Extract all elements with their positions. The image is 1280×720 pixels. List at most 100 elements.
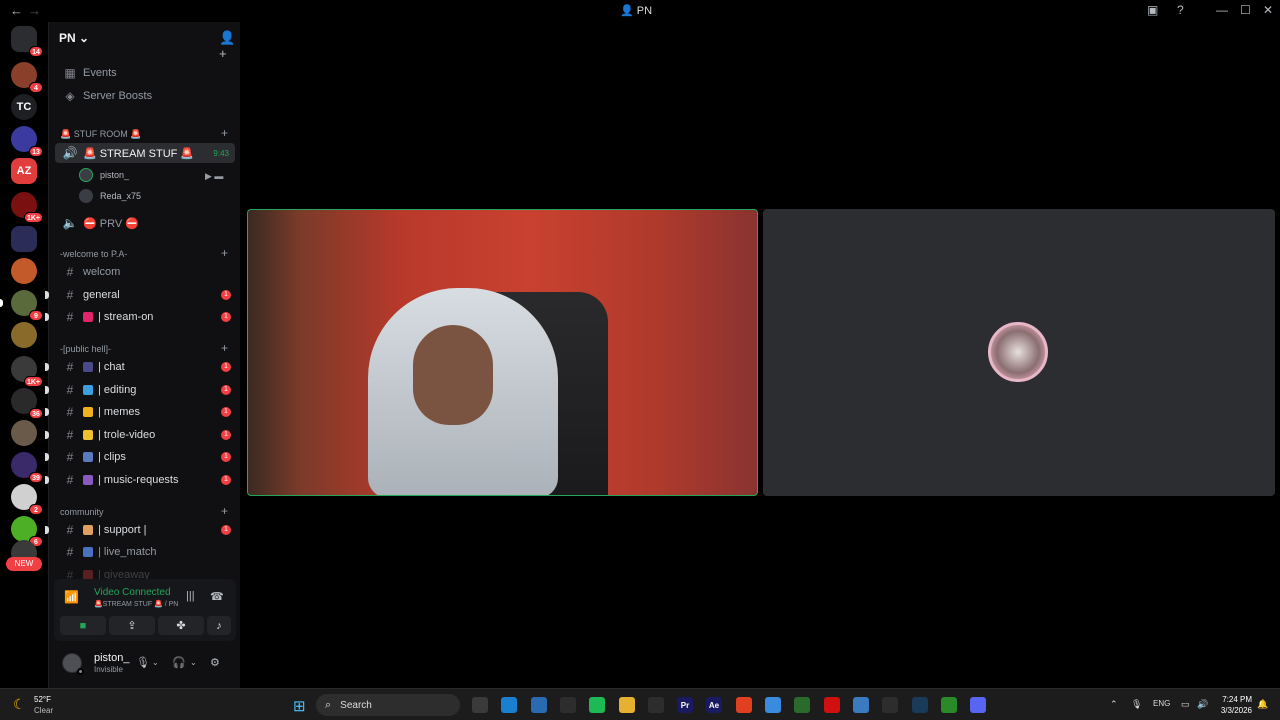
username[interactable]: piston_ xyxy=(94,652,129,664)
windows-start-icon[interactable]: ⊞ xyxy=(293,697,306,715)
taskbar-xbox-icon[interactable] xyxy=(941,697,957,713)
voice-user-piston[interactable]: piston_ xyxy=(79,166,129,184)
disconnect-icon[interactable]: ☎ xyxy=(210,590,224,603)
text-channel-trole-video[interactable]: # | trole-video 1 xyxy=(45,425,235,445)
hash-icon: # xyxy=(66,265,74,279)
help-icon[interactable]: ? xyxy=(1177,3,1184,17)
text-channel-chat[interactable]: # | chat 1 xyxy=(45,357,235,377)
taskbar-folder-icon[interactable] xyxy=(619,697,635,713)
server-icon-server-1[interactable]: 4 xyxy=(11,62,43,93)
forward-arrow-icon[interactable]: → xyxy=(28,3,41,18)
server-icon-server-9[interactable] xyxy=(11,322,37,348)
text-channel-memes[interactable]: # | memes 1 xyxy=(45,402,235,422)
microphone-icon[interactable]: 🎙 xyxy=(136,656,150,669)
category-stuf-room[interactable]: 🚨 STUF ROOM 🚨 xyxy=(60,129,141,140)
video-tile-avatar[interactable] xyxy=(763,209,1275,496)
taskbar-notepad-icon[interactable] xyxy=(853,697,869,713)
new-badge[interactable]: NEW xyxy=(6,557,42,571)
notification-bell-icon[interactable]: 🔔 xyxy=(1257,699,1268,710)
server-icon-server-folder[interactable] xyxy=(11,226,37,252)
video-tile-camera[interactable] xyxy=(247,209,758,496)
taskbar-pen-app-icon[interactable] xyxy=(560,697,576,713)
moon-weather-icon[interactable]: ☾ xyxy=(13,696,26,713)
server-icon-server-3[interactable]: 13 xyxy=(11,126,43,157)
headphones-icon[interactable]: 🎧 xyxy=(172,656,186,669)
taskbar-github-icon[interactable] xyxy=(882,697,898,713)
taskbar-spotify-icon[interactable] xyxy=(589,697,605,713)
taskbar-after-effects-icon[interactable]: Ae xyxy=(706,697,722,713)
text-channel-stream-on[interactable]: # | stream-on 1 xyxy=(45,307,235,327)
server-icon-server-az[interactable]: AZ xyxy=(11,158,37,184)
add-channel-icon[interactable]: + xyxy=(221,126,228,140)
noise-suppression-icon[interactable]: ||| xyxy=(186,590,195,602)
soundboard-button[interactable]: ♪ xyxy=(207,616,231,635)
voice-channel-stream-stuf[interactable]: 🔊 🚨 STREAM STUF 🚨 9:43 xyxy=(55,143,235,163)
screen-share-button[interactable]: ⇪ xyxy=(109,616,155,635)
voice-location[interactable]: 🚨STREAM STUF 🚨 / PN xyxy=(94,600,178,608)
taskbar-premiere-icon[interactable]: Pr xyxy=(677,697,693,713)
taskbar-store-icon[interactable] xyxy=(531,697,547,713)
server-name-header[interactable]: PN ⌄ xyxy=(59,31,89,45)
signal-icon[interactable]: 📶 xyxy=(64,590,79,604)
network-icon[interactable]: ▭ xyxy=(1181,699,1190,710)
server-icon-server-14[interactable]: 2 xyxy=(11,484,43,515)
camera-button[interactable]: ■ xyxy=(60,616,106,635)
server-icon-server-10[interactable]: 1K+ xyxy=(11,356,43,387)
taskbar-file-explorer-icon[interactable] xyxy=(472,697,488,713)
server-icon-direct-messages[interactable]: 14 xyxy=(11,26,43,57)
taskbar-discord-icon[interactable] xyxy=(970,697,986,713)
text-channel-general[interactable]: # general 1 xyxy=(45,285,235,305)
invite-people-icon[interactable]: 👤+ xyxy=(219,30,240,61)
chevron-down-icon[interactable]: ⌄ xyxy=(152,658,159,667)
settings-gear-icon[interactable]: ⚙ xyxy=(210,656,220,669)
text-channel-welcom[interactable]: # welcom xyxy=(55,262,235,282)
taskbar-steam-icon[interactable] xyxy=(912,697,928,713)
category-public-hell[interactable]: -[public hell]- xyxy=(60,344,111,354)
close-icon[interactable]: ✕ xyxy=(1263,3,1273,17)
server-icon-server-5[interactable]: 1K+ xyxy=(11,192,43,223)
add-channel-icon[interactable]: + xyxy=(221,341,228,355)
taskbar-capcut-icon[interactable] xyxy=(648,697,664,713)
activities-button[interactable]: ✤ xyxy=(158,616,204,635)
back-arrow-icon[interactable]: ← xyxy=(10,3,23,18)
text-channel-live_match[interactable]: # | live_match xyxy=(55,542,235,562)
clock-date[interactable]: 3/3/2026 xyxy=(1216,706,1252,715)
text-channel-music-requests[interactable]: # | music-requests 1 xyxy=(45,470,235,490)
inbox-icon[interactable]: ▣ xyxy=(1147,3,1158,17)
taskbar-record-icon[interactable] xyxy=(824,697,840,713)
server-boosts-link[interactable]: ◈ Server Boosts xyxy=(55,86,235,106)
server-icon-server-11[interactable]: 36 xyxy=(11,388,43,419)
minimize-icon[interactable]: — xyxy=(1216,3,1228,17)
weather-condition[interactable]: Clear xyxy=(34,706,53,715)
add-channel-icon[interactable]: + xyxy=(221,504,228,518)
unread-indicator xyxy=(45,453,49,461)
server-icon-server-12[interactable] xyxy=(11,420,37,446)
taskbar-app-green-icon[interactable] xyxy=(794,697,810,713)
text-channel-clips[interactable]: # | clips 1 xyxy=(45,447,235,467)
category-community[interactable]: community xyxy=(60,507,104,517)
chevron-down-icon[interactable]: ⌄ xyxy=(190,658,197,667)
taskbar-brave-icon[interactable] xyxy=(736,697,752,713)
clock-time[interactable]: 7:24 PM xyxy=(1222,695,1252,704)
taskbar-edge-icon[interactable] xyxy=(501,697,517,713)
volume-icon[interactable]: 🔊 xyxy=(1197,699,1208,710)
events-link[interactable]: ▦ Events xyxy=(55,63,235,83)
microphone-icon[interactable]: 🎙 xyxy=(1131,699,1142,710)
text-channel-editing[interactable]: # | editing 1 xyxy=(45,380,235,400)
language-indicator[interactable]: ENG xyxy=(1153,699,1170,708)
add-channel-icon[interactable]: + xyxy=(221,246,228,260)
server-icon-server-7[interactable] xyxy=(11,258,37,284)
server-icon-server-13[interactable]: 39 xyxy=(11,452,43,483)
server-icon-server-8[interactable]: 9 xyxy=(0,290,43,321)
taskbar-chrome-icon[interactable] xyxy=(765,697,781,713)
voice-user-reda[interactable]: Reda_x75 xyxy=(79,187,141,205)
category-welcome[interactable]: -welcome to P.A- xyxy=(60,249,127,259)
server-icon-server-15[interactable]: 6 xyxy=(11,516,43,547)
chevron-up-icon[interactable]: ⌃ xyxy=(1110,699,1118,710)
server-icon-server-tc[interactable]: TC xyxy=(11,94,37,120)
text-channel-support[interactable]: # | support | 1 xyxy=(45,520,235,540)
voice-channel-prv[interactable]: 🔈 ⛔ PRV ⛔ xyxy=(55,213,235,233)
maximize-icon[interactable]: ☐ xyxy=(1240,3,1251,17)
taskbar-search[interactable]: ⌕ Search xyxy=(316,694,460,716)
temperature[interactable]: 52°F xyxy=(34,695,51,704)
